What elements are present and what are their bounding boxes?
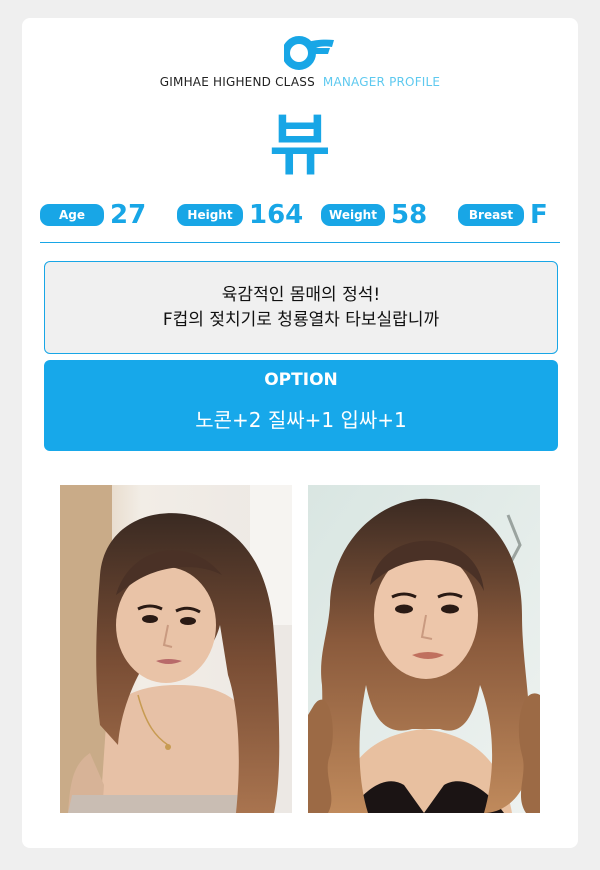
stat-weight: Weight 58 bbox=[321, 198, 427, 232]
stat-weight-label: Weight bbox=[321, 204, 385, 226]
stats-row: Age 27 Height 164 Weight 58 Breast F bbox=[40, 198, 564, 232]
photo-2-image bbox=[308, 485, 540, 813]
profile-name: 뷰 bbox=[269, 107, 331, 184]
stat-height-label: Height bbox=[177, 204, 243, 226]
option-title: OPTION bbox=[264, 370, 338, 390]
option-box: OPTION 노콘+2 질싸+1 입싸+1 bbox=[44, 360, 558, 451]
stat-breast-label: Breast bbox=[458, 204, 524, 226]
profile-photo-1 bbox=[60, 485, 292, 813]
divider bbox=[40, 242, 560, 243]
stat-age-label: Age bbox=[40, 204, 104, 226]
description-line-1: 육감적인 몸매의 정석! bbox=[221, 284, 381, 305]
stat-age-value: 27 bbox=[110, 200, 147, 230]
photo-1-image bbox=[60, 485, 292, 813]
description-box: 육감적인 몸매의 정석! F컵의 젖치기로 청룡열차 타보실랍니까 bbox=[44, 261, 558, 354]
brand-section: MANAGER PROFILE bbox=[322, 75, 441, 89]
brand-logo-icon bbox=[284, 36, 334, 70]
stat-age: Age 27 bbox=[40, 198, 146, 232]
stat-breast-value: F bbox=[530, 200, 548, 230]
description-line-2: F컵의 젖치기로 청룡열차 타보실랍니까 bbox=[162, 309, 440, 330]
option-text: 노콘+2 질싸+1 입싸+1 bbox=[195, 408, 407, 432]
profile-photo-2 bbox=[308, 485, 540, 813]
brand-name: GIMHAE HIGHEND CLASS bbox=[159, 75, 315, 89]
stat-breast: Breast F bbox=[458, 198, 548, 232]
stat-weight-value: 58 bbox=[391, 200, 428, 230]
brand-header: GIMHAE HIGHEND CLASS MANAGER PROFILE bbox=[22, 75, 578, 89]
stat-height-value: 164 bbox=[249, 200, 304, 230]
profile-card: GIMHAE HIGHEND CLASS MANAGER PROFILE 뷰 A… bbox=[22, 18, 578, 848]
stat-height: Height 164 bbox=[177, 198, 303, 232]
